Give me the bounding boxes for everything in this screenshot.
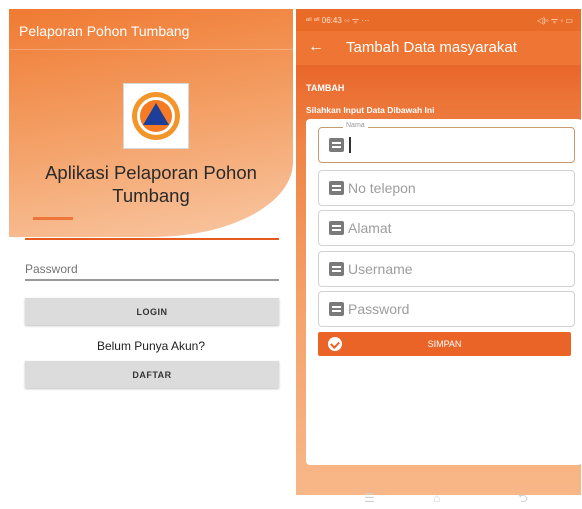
app-name-heading: Aplikasi Pelaporan Pohon Tumbang: [45, 162, 257, 206]
menu-icon[interactable]: ☰: [364, 492, 375, 502]
title-divider: [9, 49, 293, 50]
status-right-info: ◁)◦ ᯤ ◦ ▭: [536, 16, 573, 25]
app-bar-title: Tambah Data masyarakat: [346, 39, 517, 56]
document-icon: [329, 138, 344, 152]
username-field[interactable]: [318, 251, 575, 287]
username-input[interactable]: [348, 258, 568, 280]
add-data-screen: ᵃⁱˡ ᵃⁱˡ 06:43 ◦◦ ᯤ ··· ◁)◦ ᯤ ◦ ▭ ← Tamba…: [296, 9, 581, 502]
arrow-left-icon[interactable]: ←: [308, 37, 324, 57]
document-icon: [329, 181, 344, 195]
password-field[interactable]: [318, 291, 575, 327]
document-icon: [329, 302, 344, 316]
nama-field[interactable]: Nama: [318, 122, 575, 163]
register-button[interactable]: DAFTAR: [25, 361, 279, 388]
register-prompt: Belum Punya Akun?: [96, 339, 206, 353]
username-field-underline: [25, 238, 279, 240]
phone-input[interactable]: [348, 177, 568, 199]
password-input[interactable]: [348, 298, 568, 320]
instruction-text: Silahkan Input Data Dibawah Ini: [306, 105, 435, 115]
save-button-label: SIMPAN: [427, 339, 462, 349]
save-button[interactable]: SIMPAN: [318, 332, 571, 356]
app-bar: ← Tambah Data masyarakat: [296, 31, 581, 65]
section-label: TAMBAH: [306, 83, 345, 93]
status-left-info: ᵃⁱˡ ᵃⁱˡ 06:43 ◦◦ ᯤ ···: [306, 16, 370, 25]
bnpb-logo-icon: [132, 92, 180, 140]
screen-title: Pelaporan Pohon Tumbang: [19, 23, 190, 39]
nama-floating-label: Nama: [343, 122, 368, 129]
alamat-field[interactable]: [318, 210, 575, 246]
alamat-input[interactable]: [348, 217, 568, 239]
password-input[interactable]: [25, 259, 279, 279]
document-icon: [329, 262, 344, 276]
phone-field[interactable]: [318, 170, 575, 206]
nama-input[interactable]: [348, 134, 568, 156]
login-screen: Pelaporan Pohon Tumbang Aplikasi Pelapor…: [9, 9, 293, 502]
status-bar: ᵃⁱˡ ᵃⁱˡ 06:43 ◦◦ ᯤ ··· ◁)◦ ᯤ ◦ ▭: [296, 9, 581, 31]
login-button[interactable]: LOGIN: [25, 298, 279, 325]
document-icon: [329, 221, 344, 235]
password-field-underline: [25, 279, 279, 281]
screenshot-canvas: Pelaporan Pohon Tumbang Aplikasi Pelapor…: [0, 0, 582, 509]
app-logo: [123, 83, 189, 149]
back-nav-icon[interactable]: ⮌: [518, 492, 528, 502]
home-icon[interactable]: ⌂: [433, 492, 440, 502]
decorative-dash: [33, 217, 73, 220]
